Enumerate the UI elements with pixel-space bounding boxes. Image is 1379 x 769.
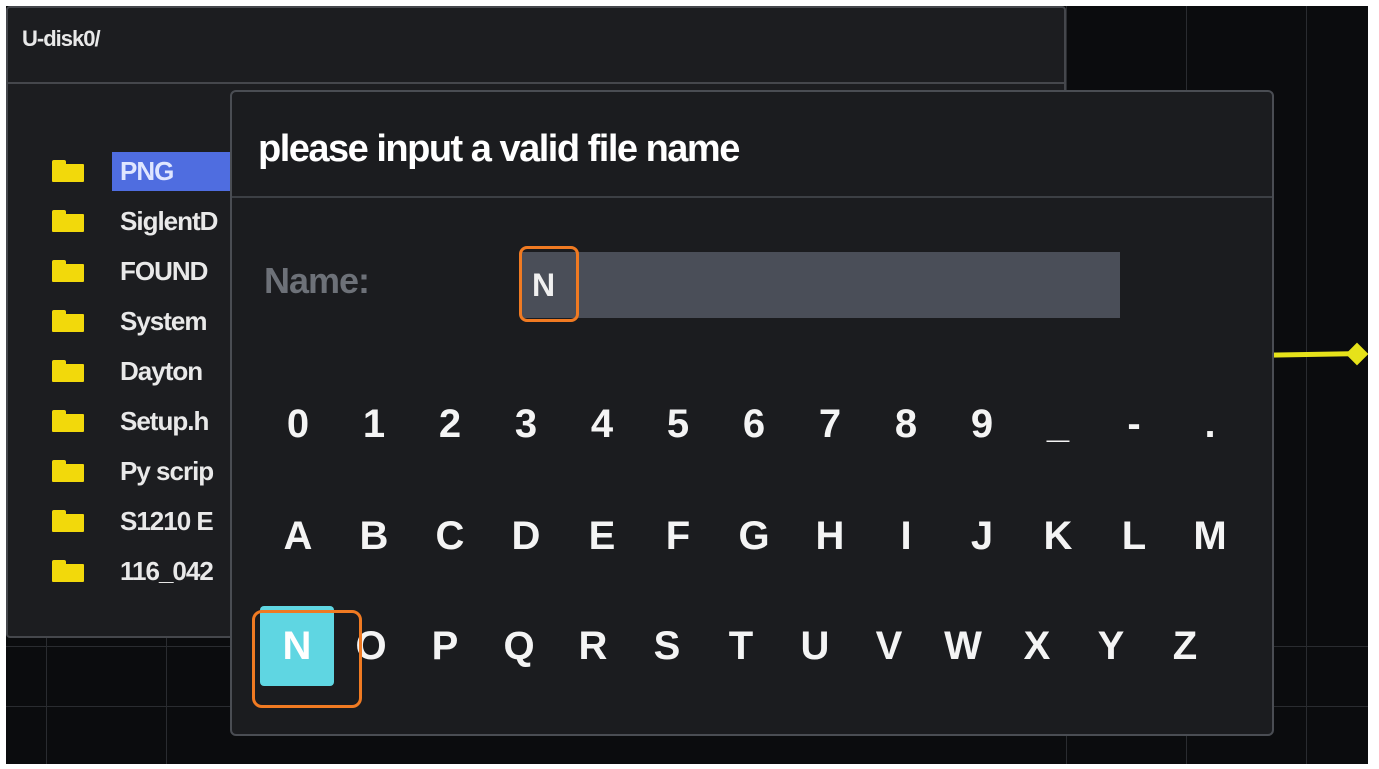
key-2[interactable]: 2: [412, 384, 488, 464]
folder-icon: [52, 360, 84, 382]
file-item-label: S1210 E: [120, 505, 214, 536]
divider: [8, 82, 1064, 84]
key-q[interactable]: Q: [482, 606, 556, 686]
file-item-png[interactable]: PNG: [52, 146, 234, 196]
key-3[interactable]: 3: [488, 384, 564, 464]
keyboard-row-a-m: ABCDEFGHIJKLM: [260, 496, 1248, 576]
key-k[interactable]: K: [1020, 496, 1096, 576]
file-list: PNG SiglentD FOUND System Dayton Setup.h: [52, 146, 234, 596]
key-d[interactable]: D: [488, 496, 564, 576]
key-y[interactable]: Y: [1074, 606, 1148, 686]
key-s[interactable]: S: [630, 606, 704, 686]
file-item-system[interactable]: System: [52, 296, 233, 346]
key-f[interactable]: F: [640, 496, 716, 576]
filename-input[interactable]: [522, 252, 1120, 318]
key-h[interactable]: H: [792, 496, 868, 576]
key-underscore[interactable]: _: [1020, 384, 1096, 464]
key-c[interactable]: C: [412, 496, 488, 576]
key-l[interactable]: L: [1096, 496, 1172, 576]
folder-icon: [52, 260, 84, 282]
key-v[interactable]: V: [852, 606, 926, 686]
file-item-setup[interactable]: Setup.h: [52, 396, 233, 446]
key-6[interactable]: 6: [716, 384, 792, 464]
key-g[interactable]: G: [716, 496, 792, 576]
folder-icon: [52, 160, 84, 182]
folder-icon: [52, 560, 84, 582]
file-item-label: System: [120, 305, 207, 336]
key-a[interactable]: A: [260, 496, 336, 576]
file-item-dayton[interactable]: Dayton: [52, 346, 233, 396]
file-item-label: PNG: [112, 151, 234, 191]
key-r[interactable]: R: [556, 606, 630, 686]
file-item-py-scripts[interactable]: Py scrip: [52, 446, 233, 496]
key-period[interactable]: .: [1172, 384, 1248, 464]
file-item-siglent[interactable]: SiglentD: [52, 196, 233, 246]
file-item-label: SiglentD: [120, 205, 218, 236]
cursor-highlight-ring: [519, 246, 579, 322]
key-5[interactable]: 5: [640, 384, 716, 464]
key-z[interactable]: Z: [1148, 606, 1222, 686]
key-9[interactable]: 9: [944, 384, 1020, 464]
grid-line: [1306, 6, 1307, 764]
file-item-116[interactable]: 116_042: [52, 546, 233, 596]
key-dash[interactable]: -: [1096, 384, 1172, 464]
file-item-label: Py scrip: [120, 455, 214, 486]
key-focus-ring: [252, 610, 362, 708]
folder-icon: [52, 510, 84, 532]
folder-icon: [52, 410, 84, 432]
file-item-label: FOUND: [120, 255, 208, 286]
key-x[interactable]: X: [1000, 606, 1074, 686]
file-item-s1210[interactable]: S1210 E: [52, 496, 233, 546]
name-label: Name:: [264, 260, 370, 301]
keyboard-row-digits: 0 1 2 3 4 5 6 7 8 9 _ -.: [260, 384, 1248, 464]
key-4[interactable]: 4: [564, 384, 640, 464]
key-1[interactable]: 1: [336, 384, 412, 464]
key-m[interactable]: M: [1172, 496, 1248, 576]
key-i[interactable]: I: [868, 496, 944, 576]
key-8[interactable]: 8: [868, 384, 944, 464]
trigger-level-marker[interactable]: [1345, 342, 1368, 366]
file-item-label: Setup.h: [120, 405, 209, 436]
key-j[interactable]: J: [944, 496, 1020, 576]
oscilloscope-screen: U-disk0/ PNG SiglentD FOUND System Dayto…: [6, 6, 1368, 764]
folder-icon: [52, 460, 84, 482]
file-item-found[interactable]: FOUND: [52, 246, 233, 296]
filename-dialog: please input a valid file name Name: 012…: [230, 90, 1274, 736]
key-t[interactable]: T: [704, 606, 778, 686]
key-b[interactable]: B: [336, 496, 412, 576]
key-p[interactable]: P: [408, 606, 482, 686]
key-7[interactable]: 7: [792, 384, 868, 464]
key-e[interactable]: E: [564, 496, 640, 576]
file-item-label: Dayton: [120, 355, 203, 386]
divider: [232, 196, 1272, 198]
dialog-title: please input a valid file name: [258, 128, 740, 170]
key-0[interactable]: 0: [260, 384, 336, 464]
file-item-label: 116_042: [120, 555, 214, 586]
keyboard-row-n-z: NOPQRSTUVWXYZ: [260, 606, 1222, 686]
key-w[interactable]: W: [926, 606, 1000, 686]
folder-icon: [52, 310, 84, 332]
key-u[interactable]: U: [778, 606, 852, 686]
browser-path: U-disk0/: [22, 26, 101, 51]
folder-icon: [52, 210, 84, 232]
